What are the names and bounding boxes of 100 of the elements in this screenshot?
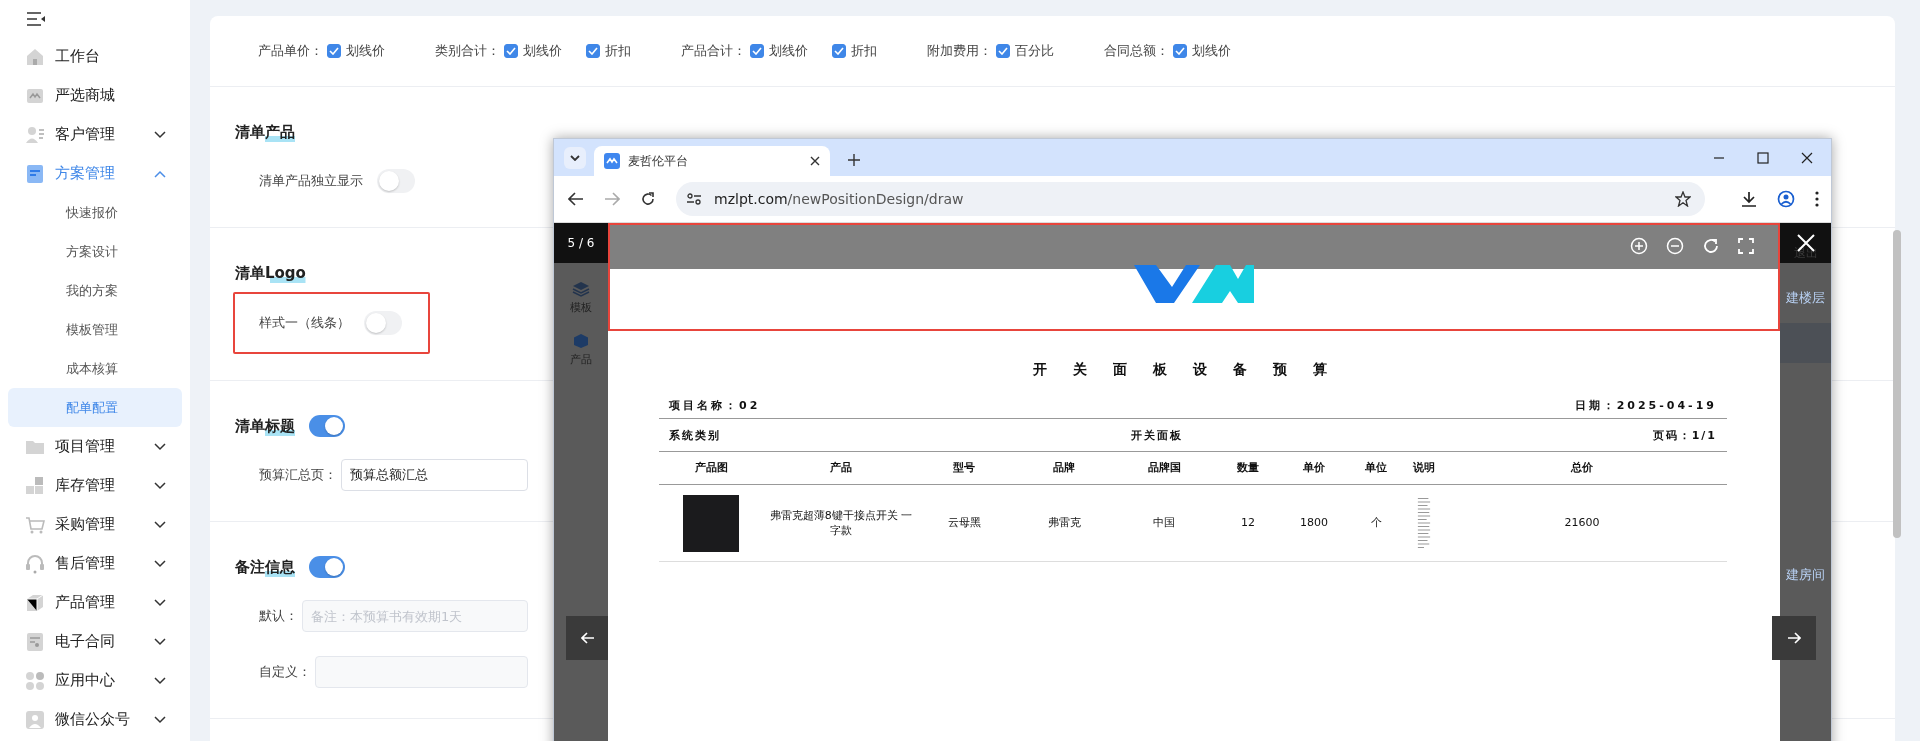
- checkbox-option[interactable]: 百分比: [996, 42, 1054, 60]
- table-cell-text: 中国: [1152, 515, 1176, 531]
- headset-icon: [25, 553, 45, 574]
- field-label: 清单产品独立显示: [259, 172, 363, 190]
- section-title: 清单产品: [235, 122, 295, 142]
- person-icon: [25, 709, 45, 730]
- maximize-icon[interactable]: [1757, 152, 1769, 164]
- fullscreen-icon[interactable]: [1738, 238, 1754, 254]
- sidebar-subitem[interactable]: 快速报价: [8, 193, 182, 232]
- sidebar-item[interactable]: 应用中心: [0, 661, 190, 700]
- checkbox[interactable]: [1173, 44, 1187, 58]
- forward-icon[interactable]: [604, 192, 620, 206]
- zoom-out-icon[interactable]: [1666, 237, 1684, 255]
- person-icon: [25, 124, 45, 145]
- toggle-switch[interactable]: [377, 169, 415, 193]
- column-header: 单位: [1364, 460, 1388, 476]
- setting-label: 类别合计：: [435, 42, 500, 60]
- checkbox-option[interactable]: 划线价: [1173, 42, 1231, 60]
- field-label: 样式一（线条）: [259, 314, 350, 332]
- rotate-icon[interactable]: [1702, 237, 1720, 255]
- arrow-left-icon: [581, 632, 595, 644]
- setting-label: 产品单价：: [258, 42, 323, 60]
- checkbox-option[interactable]: 划线价: [750, 42, 808, 60]
- sidebar-item[interactable]: 方案管理: [0, 154, 190, 193]
- column-header: 产品: [829, 460, 853, 476]
- box-icon: [25, 592, 45, 613]
- checkmark-icon: [329, 47, 339, 55]
- column-header: 总价: [1569, 460, 1594, 476]
- column-header: 说明: [1412, 461, 1436, 475]
- sidebar-subitem[interactable]: 我的方案: [8, 271, 182, 310]
- checkmark-icon: [506, 47, 516, 55]
- checkbox-option[interactable]: 划线价: [504, 42, 562, 60]
- photo-placeholder: [683, 494, 739, 552]
- tab-list-button[interactable]: [564, 147, 586, 169]
- reload-icon[interactable]: [640, 191, 656, 207]
- favicon-icon: [604, 153, 620, 169]
- table-cell-text: 1800: [1299, 515, 1329, 531]
- checkbox[interactable]: [996, 44, 1010, 58]
- chevron-icon: [154, 169, 166, 178]
- column-header: 品牌: [1052, 460, 1076, 476]
- table-cell-text: 个: [1369, 515, 1383, 531]
- toggle-switch[interactable]: [309, 556, 345, 578]
- input-field[interactable]: [315, 656, 528, 688]
- sidebar-item[interactable]: 项目管理: [0, 427, 190, 466]
- menu-collapse-icon[interactable]: [26, 10, 46, 27]
- zoom-in-icon[interactable]: [1630, 237, 1648, 255]
- blocks-icon: [25, 475, 45, 496]
- field-label: 自定义：: [259, 663, 311, 681]
- table-cell-text: 12: [1240, 515, 1256, 531]
- setting-label: 产品合计：: [681, 42, 746, 60]
- sidebar-subitem[interactable]: 成本核算: [8, 349, 182, 388]
- section-title: 清单Logo: [235, 263, 306, 283]
- column-header: 数量: [1236, 460, 1260, 476]
- checkbox-option[interactable]: 划线价: [327, 42, 385, 60]
- checkbox[interactable]: [832, 44, 846, 58]
- back-icon[interactable]: [568, 192, 584, 206]
- checkmark-icon: [1175, 47, 1185, 55]
- toggle-switch[interactable]: [364, 311, 402, 335]
- contract-icon: [25, 631, 45, 652]
- checkmark-icon: [588, 47, 598, 55]
- sidebar-item[interactable]: 产品管理: [0, 583, 190, 622]
- sidebar-item[interactable]: 库存管理: [0, 466, 190, 505]
- previous-button[interactable]: [566, 616, 610, 660]
- profile-icon[interactable]: [1777, 190, 1795, 208]
- arrow-right-icon: [1787, 632, 1801, 644]
- sidebar-subitem[interactable]: 方案设计: [8, 232, 182, 271]
- link-text[interactable]: 建房间: [1786, 566, 1825, 584]
- checkbox[interactable]: [586, 44, 600, 58]
- cart-icon: [25, 514, 45, 535]
- table-cell-text: 21600: [1563, 515, 1601, 531]
- sidebar-item[interactable]: 工作台: [0, 37, 190, 76]
- checkbox-option[interactable]: 折扣: [832, 42, 877, 60]
- sidebar-item[interactable]: 微信公众号: [0, 700, 190, 739]
- checkbox-option[interactable]: 折扣: [586, 42, 631, 60]
- checkbox[interactable]: [750, 44, 764, 58]
- star-icon[interactable]: [1675, 191, 1691, 207]
- sidebar-subitem[interactable]: 模板管理: [8, 310, 182, 349]
- new-tab-icon[interactable]: [848, 154, 860, 166]
- field-label: 默认：: [259, 607, 298, 625]
- more-icon[interactable]: [1815, 191, 1819, 207]
- toggle-switch[interactable]: [309, 415, 345, 437]
- section-title: 备注信息: [235, 557, 295, 577]
- sidebar-item[interactable]: 严选商城: [0, 76, 190, 115]
- close-icon[interactable]: [1801, 152, 1813, 164]
- input-field[interactable]: 预算总额汇总: [341, 459, 528, 491]
- sidebar-item[interactable]: 客户管理: [0, 115, 190, 154]
- sidebar-item[interactable]: 售后管理: [0, 544, 190, 583]
- close-icon[interactable]: [810, 156, 820, 166]
- next-button[interactable]: [1772, 616, 1816, 660]
- download-icon[interactable]: [1741, 191, 1757, 207]
- link-text[interactable]: 建楼层: [1786, 289, 1825, 307]
- chevron-icon: [154, 637, 166, 646]
- sidebar-item[interactable]: 电子合同: [0, 622, 190, 661]
- sidebar-item[interactable]: 采购管理: [0, 505, 190, 544]
- checkbox[interactable]: [327, 44, 341, 58]
- address-field[interactable]: mzlpt.com/newPositionDesign/draw: [676, 182, 1705, 216]
- category-label: 系统类别: [669, 427, 721, 443]
- browser-tab[interactable]: 麦哲伦平台: [594, 146, 830, 176]
- checkbox[interactable]: [504, 44, 518, 58]
- scrollbar[interactable]: [1893, 230, 1901, 538]
